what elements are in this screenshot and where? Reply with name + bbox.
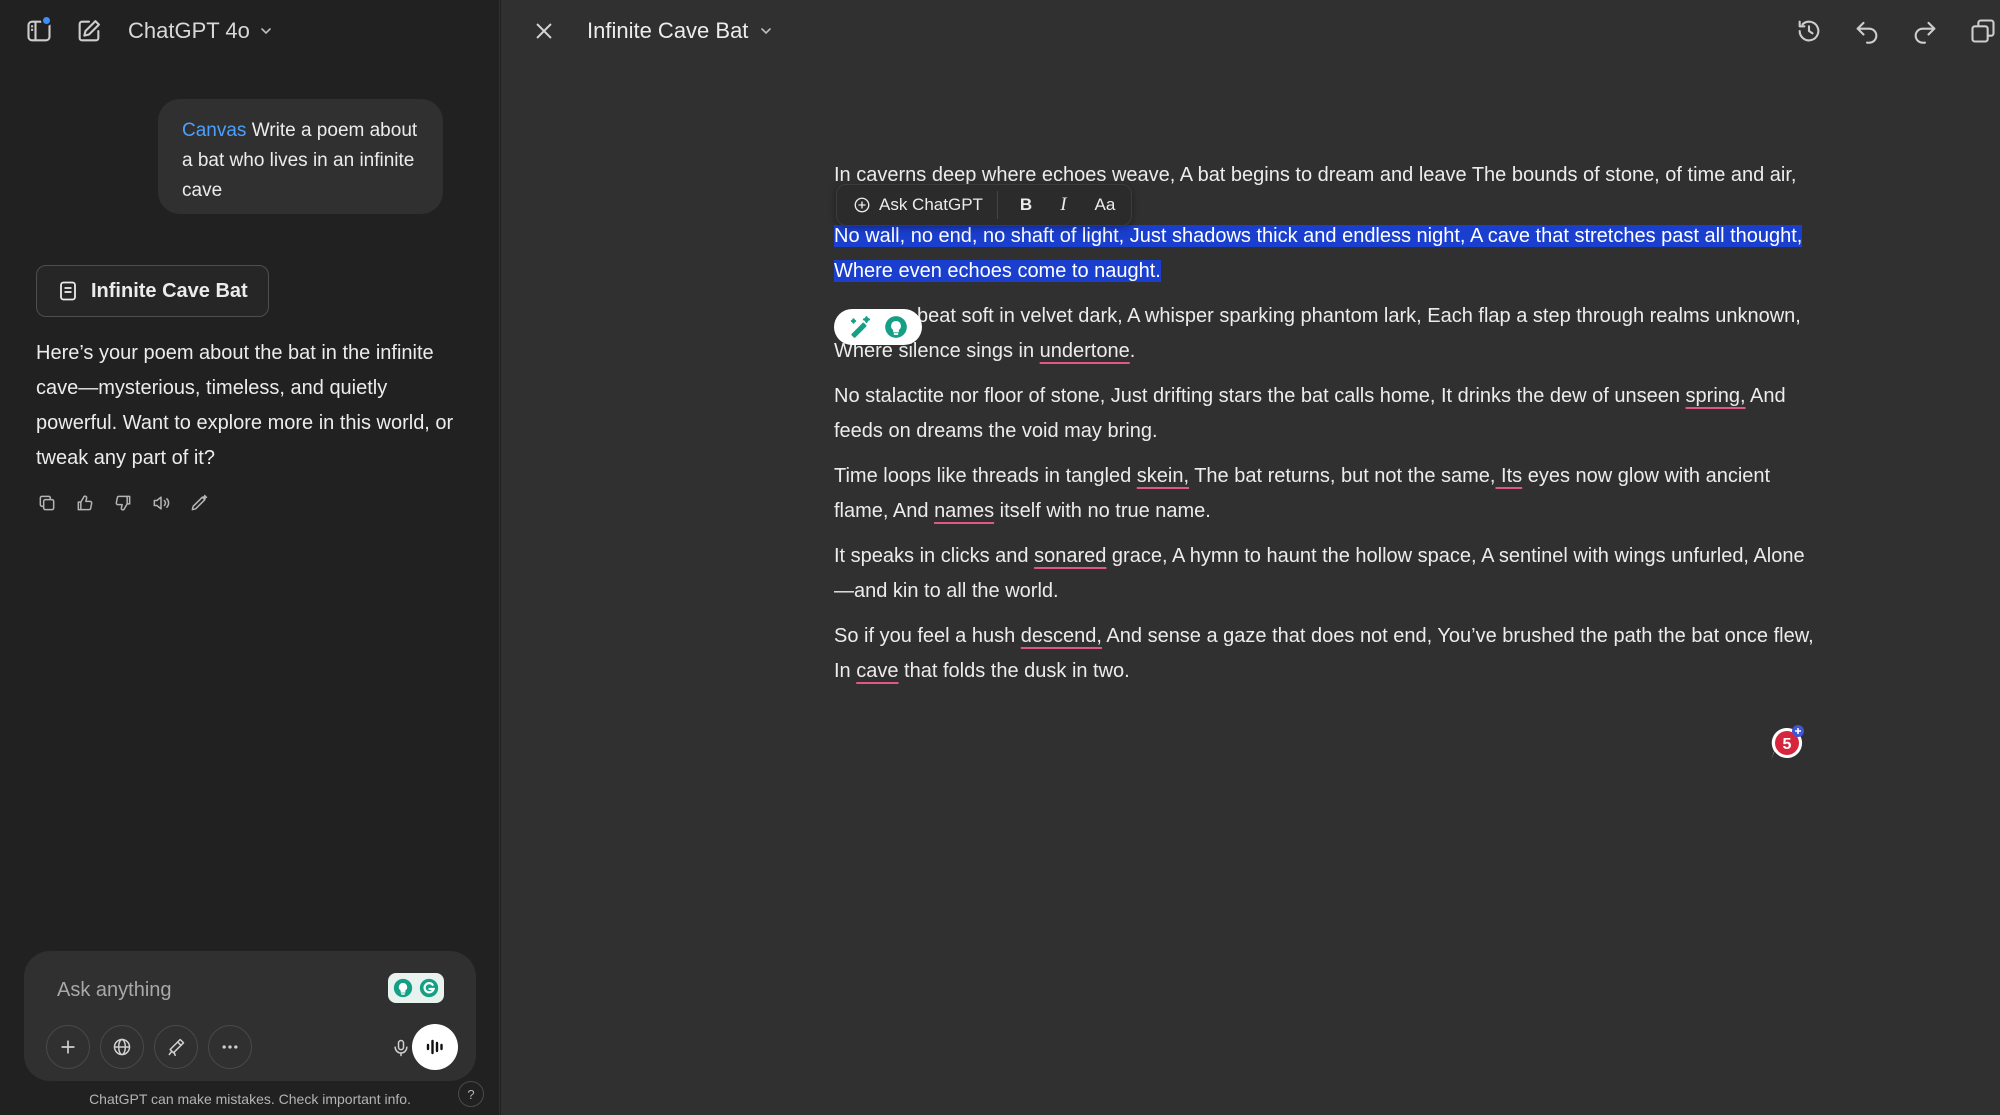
- selection-toolbar: Ask ChatGPT B I Aa: [836, 184, 1133, 226]
- open-canvas-doc-button[interactable]: Infinite Cave Bat: [36, 265, 269, 317]
- spelling-suggestion[interactable]: skein,: [1137, 465, 1189, 487]
- assistant-message: Here’s your poem about the bat in the in…: [36, 342, 454, 469]
- stanza-4: No stalactite nor floor of stone, Just d…: [834, 385, 1786, 442]
- canvas-document[interactable]: In caverns deep where echoes weave, A ba…: [834, 158, 1814, 699]
- spelling-suggestion[interactable]: Its: [1496, 465, 1522, 487]
- prompt-input[interactable]: [57, 973, 387, 1007]
- disclaimer-text: ChatGPT can make mistakes. Check importa…: [89, 1091, 411, 1107]
- stanza-6: It speaks in clicks and sonared grace, A…: [834, 545, 1805, 602]
- web-search-button[interactable]: [100, 1025, 144, 1069]
- canvas-header-actions: [1792, 14, 2000, 48]
- chevron-down-icon: [761, 28, 772, 35]
- canvas-title: Infinite Cave Bat: [587, 18, 749, 43]
- grammarly-inline-widget[interactable]: [834, 309, 922, 345]
- canvas-title-menu[interactable]: Infinite Cave Bat: [587, 14, 774, 48]
- help-button[interactable]: ?: [458, 1081, 484, 1107]
- spelling-suggestion[interactable]: spring,: [1686, 385, 1746, 407]
- bold-button[interactable]: B: [998, 184, 1046, 226]
- stanza-3: beat soft in velvet dark, A whisper spar…: [834, 305, 1801, 362]
- close-icon[interactable]: [527, 14, 561, 48]
- undo-icon[interactable]: [1850, 14, 1884, 48]
- spelling-suggestion[interactable]: descend,: [1021, 625, 1102, 647]
- composer: [24, 951, 476, 1081]
- ask-chatgpt-button[interactable]: Ask ChatGPT: [853, 184, 997, 226]
- magic-pen-icon: [850, 316, 871, 338]
- spelling-suggestion[interactable]: undertone: [1040, 340, 1130, 362]
- doc-chip-label: Infinite Cave Bat: [91, 279, 248, 302]
- copy-icon[interactable]: [36, 492, 58, 514]
- thumbs-up-icon[interactable]: [74, 492, 96, 514]
- spelling-suggestion[interactable]: sonared: [1034, 545, 1106, 567]
- spelling-suggestion[interactable]: cave: [856, 660, 898, 682]
- stanza-7: So if you feel a hush descend, And sense…: [834, 625, 1814, 682]
- deep-research-button[interactable]: [154, 1025, 198, 1069]
- redo-icon[interactable]: [1908, 14, 1942, 48]
- thumbs-down-icon[interactable]: [112, 492, 134, 514]
- notification-dot: [41, 15, 52, 26]
- edit-in-canvas-icon[interactable]: [188, 492, 210, 514]
- chat-panel: ChatGPT 4o Canvas Write a poem about a b…: [0, 0, 500, 1115]
- stanza-2: No wall, no end, no shaft of light, Just…: [834, 219, 1814, 289]
- voice-mode-button[interactable]: [412, 1024, 458, 1070]
- document-icon: [60, 281, 76, 301]
- selected-text: No wall, no end, no shaft of light, Just…: [834, 225, 1803, 282]
- model-selector[interactable]: ChatGPT 4o: [128, 14, 274, 48]
- message-actions: [36, 492, 210, 514]
- copy-doc-icon[interactable]: [1966, 14, 2000, 48]
- more-tools-button[interactable]: [208, 1025, 252, 1069]
- plus-circle-icon: [854, 197, 870, 213]
- grammarly-assist-icon[interactable]: [388, 973, 444, 1003]
- grammarly-bulb-icon: [885, 316, 907, 338]
- canvas-tag[interactable]: Canvas: [182, 120, 246, 141]
- chevron-down-icon: [261, 28, 271, 35]
- read-aloud-icon[interactable]: [150, 492, 172, 514]
- text-size-button[interactable]: Aa: [1081, 184, 1116, 226]
- italic-button[interactable]: I: [1046, 184, 1080, 226]
- model-name: ChatGPT 4o: [128, 18, 250, 43]
- add-attachment-button[interactable]: [46, 1025, 90, 1069]
- new-chat-icon[interactable]: [72, 14, 106, 48]
- version-history-icon[interactable]: [1792, 14, 1826, 48]
- spelling-suggestion[interactable]: names: [934, 500, 994, 522]
- writing-issues-badge[interactable]: 5: [1767, 724, 1807, 764]
- user-message: Canvas Write a poem about a bat who live…: [158, 99, 443, 214]
- canvas-panel: Infinite Cave Bat In caverns deep where …: [501, 0, 2000, 1115]
- stanza-5: Time loops like threads in tangled skein…: [834, 465, 1771, 522]
- waveform-icon: [426, 1039, 443, 1055]
- issue-count: 5: [1783, 736, 1792, 753]
